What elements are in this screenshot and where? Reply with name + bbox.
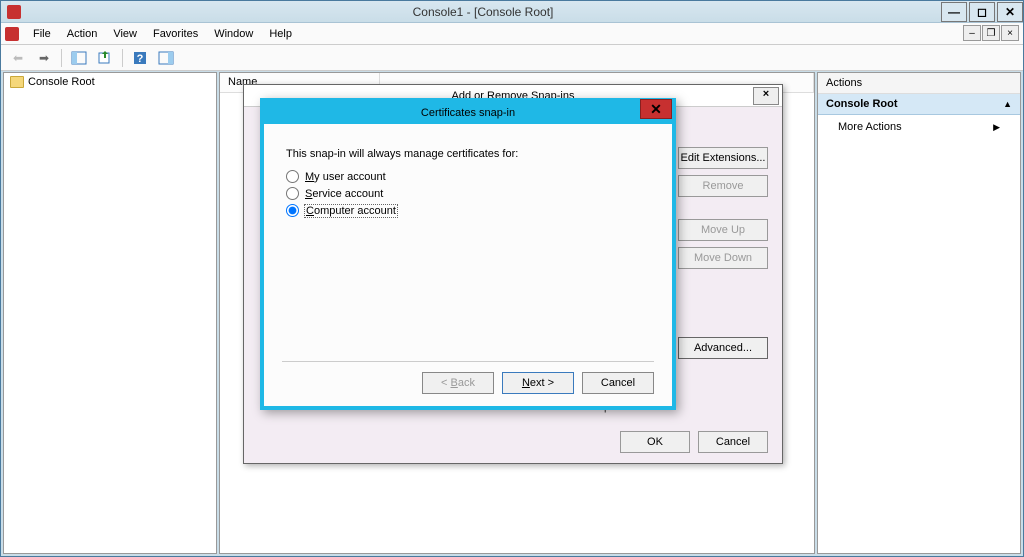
radio-my-user-account[interactable]: My user account bbox=[286, 170, 650, 183]
advanced-button[interactable]: Advanced... bbox=[678, 337, 768, 359]
show-hide-action-pane-button[interactable] bbox=[155, 47, 177, 69]
actions-group-console-root[interactable]: Console Root ▲ bbox=[818, 94, 1020, 115]
menu-view[interactable]: View bbox=[105, 26, 145, 42]
snapin-side-buttons: Edit Extensions... Remove Move Up Move D… bbox=[678, 147, 768, 269]
cert-back-button[interactable]: < Back bbox=[422, 372, 494, 394]
radio-input-computer[interactable] bbox=[286, 204, 299, 217]
radio-label-service: Service account bbox=[305, 188, 383, 200]
menu-help[interactable]: Help bbox=[261, 26, 300, 42]
radio-input-service[interactable] bbox=[286, 187, 299, 200]
export-list-button[interactable] bbox=[94, 47, 116, 69]
console-tree-pane[interactable]: Console Root bbox=[3, 72, 217, 554]
radio-label-computer: Computer account bbox=[305, 205, 397, 217]
menu-bar: File Action View Favorites Window Help –… bbox=[1, 23, 1023, 45]
menu-window[interactable]: Window bbox=[206, 26, 261, 42]
svg-text:?: ? bbox=[137, 53, 144, 65]
remove-snapin-button[interactable]: Remove bbox=[678, 175, 768, 197]
cert-cancel-button[interactable]: Cancel bbox=[582, 372, 654, 394]
cert-title-bar[interactable]: Certificates snap-in ✕ bbox=[264, 102, 672, 124]
radio-computer-account[interactable]: Computer account bbox=[286, 204, 650, 217]
back-button[interactable]: ⬅ bbox=[7, 47, 29, 69]
cert-next-button[interactable]: Next > bbox=[502, 372, 574, 394]
cert-title-text: Certificates snap-in bbox=[421, 107, 515, 119]
menu-favorites[interactable]: Favorites bbox=[145, 26, 206, 42]
help-button[interactable]: ? bbox=[129, 47, 151, 69]
edit-extensions-button[interactable]: Edit Extensions... bbox=[678, 147, 768, 169]
folder-icon bbox=[10, 76, 24, 88]
collapse-icon: ▲ bbox=[1003, 99, 1012, 109]
actions-more-actions[interactable]: More Actions ▶ bbox=[818, 115, 1020, 139]
mmc-app-icon bbox=[7, 5, 21, 19]
cert-separator bbox=[282, 361, 654, 362]
menu-file[interactable]: File bbox=[25, 26, 59, 42]
window-controls: — ◻ ✕ bbox=[939, 2, 1023, 22]
maximize-button[interactable]: ◻ bbox=[969, 2, 995, 22]
mmc-doc-icon bbox=[5, 27, 19, 41]
main-title-bar: Console1 - [Console Root] — ◻ ✕ bbox=[1, 1, 1023, 23]
actions-more-label: More Actions bbox=[838, 121, 902, 133]
toolbar-separator-2 bbox=[122, 49, 123, 67]
menu-action[interactable]: Action bbox=[59, 26, 106, 42]
cert-prompt: This snap-in will always manage certific… bbox=[286, 148, 650, 160]
mdi-close[interactable]: × bbox=[1001, 25, 1019, 41]
actions-header: Actions bbox=[818, 73, 1020, 94]
forward-button[interactable]: ➡ bbox=[33, 47, 55, 69]
snapin-close-button[interactable]: × bbox=[753, 87, 779, 105]
actions-group-label: Console Root bbox=[826, 98, 898, 110]
tree-root-label: Console Root bbox=[28, 76, 95, 88]
toolbar: ⬅ ➡ ? bbox=[1, 45, 1023, 71]
mdi-restore[interactable]: ❐ bbox=[982, 25, 1000, 41]
minimize-button[interactable]: — bbox=[941, 2, 967, 22]
move-up-button[interactable]: Move Up bbox=[678, 219, 768, 241]
mdi-minimize[interactable]: – bbox=[963, 25, 981, 41]
show-hide-tree-button[interactable] bbox=[68, 47, 90, 69]
radio-service-account[interactable]: Service account bbox=[286, 187, 650, 200]
cert-body: This snap-in will always manage certific… bbox=[264, 124, 672, 406]
tree-root-item[interactable]: Console Root bbox=[4, 73, 216, 91]
snapin-ok-button[interactable]: OK bbox=[620, 431, 690, 453]
toolbar-separator bbox=[61, 49, 62, 67]
spacer bbox=[678, 203, 768, 213]
window-title: Console1 - [Console Root] bbox=[27, 5, 939, 19]
radio-input-user[interactable] bbox=[286, 170, 299, 183]
mdi-controls: – ❐ × bbox=[962, 25, 1019, 41]
snapin-cancel-button[interactable]: Cancel bbox=[698, 431, 768, 453]
move-down-button[interactable]: Move Down bbox=[678, 247, 768, 269]
radio-label-user: My user account bbox=[305, 171, 386, 183]
certificates-snapin-dialog: Certificates snap-in ✕ This snap-in will… bbox=[260, 98, 676, 410]
actions-pane: Actions Console Root ▲ More Actions ▶ bbox=[817, 72, 1021, 554]
cert-close-button[interactable]: ✕ bbox=[640, 99, 672, 119]
chevron-right-icon: ▶ bbox=[993, 122, 1000, 133]
close-window-button[interactable]: ✕ bbox=[997, 2, 1023, 22]
snapin-bottom-buttons: OK Cancel bbox=[620, 431, 768, 453]
cert-wizard-buttons: < Back Next > Cancel bbox=[422, 372, 654, 394]
